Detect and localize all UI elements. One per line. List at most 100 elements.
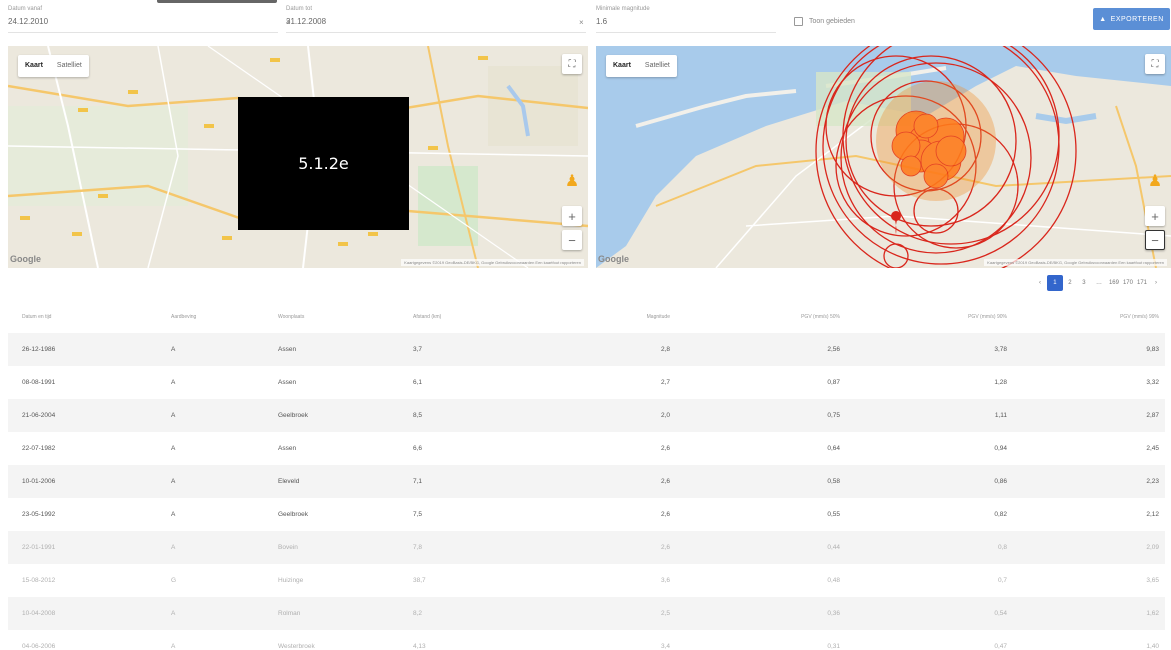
cell-place: Geelbroek xyxy=(278,511,308,518)
end-date-field[interactable]: Datum tot 31.12.2008 xyxy=(286,6,586,26)
cell-quake: A xyxy=(171,346,176,353)
pagination-next-icon[interactable]: › xyxy=(1149,275,1163,291)
cell-quake: G xyxy=(171,577,177,584)
cell-pgv-50: 0,36 xyxy=(827,610,840,617)
magnitude-value[interactable]: 1.6 xyxy=(596,17,776,26)
map-left-fullscreen-icon[interactable]: ⛶ xyxy=(562,54,582,74)
table-row[interactable]: 04-06-2006 A Westerbroek 4,13 3,4 0,31 0… xyxy=(8,630,1165,650)
cell-date: 15-08-2012 xyxy=(22,577,56,584)
table-row[interactable]: 08-08-1991 A Assen 6,1 2,7 0,87 1,28 3,3… xyxy=(8,366,1165,399)
cell-date: 22-01-1991 xyxy=(22,544,56,551)
pagination-page-3[interactable]: 3 xyxy=(1077,275,1091,291)
table-row[interactable]: 22-07-1982 A Assen 6,6 2,6 0,64 0,94 2,4… xyxy=(8,432,1165,465)
cell-pgv-90: 0,82 xyxy=(994,511,1007,518)
column-header[interactable]: PGV (mm/s) 99% xyxy=(1120,301,1159,333)
column-header[interactable]: Woonplaats xyxy=(278,301,304,333)
map-right-attribution[interactable]: Kaartgegevens ©2019 GeoBasis-DE/BKG, Goo… xyxy=(984,259,1167,266)
cell-quake: A xyxy=(171,379,176,386)
end-date-clear-icon[interactable]: × xyxy=(286,18,291,27)
export-button[interactable]: ▲ EXPORTEREN xyxy=(1093,8,1170,30)
cell-date: 08-08-1991 xyxy=(22,379,56,386)
cell-date: 22-07-1982 xyxy=(22,445,56,452)
column-header[interactable]: Aardbeving xyxy=(171,301,196,333)
cell-distance: 8,5 xyxy=(413,412,423,419)
table-header-row: Datum en tijd Aardbeving Woonplaats Afst… xyxy=(8,301,1165,333)
map-right-zoom-in-button[interactable]: + xyxy=(1145,206,1165,226)
end-date-value[interactable]: 31.12.2008 xyxy=(286,17,586,26)
map-right-zoom-out-button[interactable]: − xyxy=(1145,230,1165,250)
cell-pgv-90: 0,47 xyxy=(994,643,1007,650)
upload-icon: ▲ xyxy=(1099,15,1107,23)
cell-pgv-99: 9,83 xyxy=(1146,346,1159,353)
cell-pgv-99: 2,12 xyxy=(1146,511,1159,518)
show-areas-checkbox[interactable] xyxy=(794,17,803,26)
cell-pgv-90: 1,11 xyxy=(994,412,1007,419)
show-areas-label: Toon gebieden xyxy=(809,18,855,25)
cell-date: 10-01-2006 xyxy=(22,478,56,485)
start-date-value[interactable]: 24.12.2010 xyxy=(8,17,278,26)
cell-date: 26-12-1986 xyxy=(22,346,56,353)
table-row[interactable]: 21-06-2004 A Geelbroek 8,5 2,0 0,75 1,11… xyxy=(8,399,1165,432)
column-header[interactable]: Magnitude xyxy=(647,301,670,333)
cell-magnitude: 2,6 xyxy=(660,511,670,518)
cell-quake: A xyxy=(171,478,176,485)
cell-quake: A xyxy=(171,445,176,452)
table-row[interactable]: 22-01-1991 A Bovein 7,8 2,6 0,44 0,8 2,0… xyxy=(8,531,1165,564)
map-right-pegman-icon[interactable]: ♟ xyxy=(1148,170,1162,192)
cell-pgv-50: 0,75 xyxy=(827,412,840,419)
map-right[interactable]: Kaart Satelliet ⛶ ♟ + − Google Kaartgege… xyxy=(596,46,1171,268)
cell-magnitude: 2,7 xyxy=(660,379,670,386)
cell-magnitude: 2,0 xyxy=(660,412,670,419)
map-left-type-map[interactable]: Kaart xyxy=(18,55,50,77)
table-row[interactable]: 10-01-2006 A Eleveld 7,1 2,6 0,58 0,86 2… xyxy=(8,465,1165,498)
cell-distance: 7,1 xyxy=(413,478,423,485)
cell-place: Assen xyxy=(278,445,297,452)
column-header[interactable]: Datum en tijd xyxy=(22,301,51,333)
magnitude-clear-icon[interactable]: × xyxy=(579,18,584,27)
pagination-page-1[interactable]: 1 xyxy=(1046,275,1063,291)
cell-place: Rolman xyxy=(278,610,301,617)
cell-place: Assen xyxy=(278,346,297,353)
table-row[interactable]: 23-05-1992 A Geelbroek 7,5 2,6 0,55 0,82… xyxy=(8,498,1165,531)
cell-pgv-50: 0,44 xyxy=(827,544,840,551)
table-row[interactable]: 15-08-2012 G Huizinge 38,7 3,6 0,48 0,7 … xyxy=(8,564,1165,597)
pagination-page-169[interactable]: 169 xyxy=(1107,275,1121,291)
show-areas-toggle[interactable]: Toon gebieden xyxy=(794,17,855,26)
cell-magnitude: 2,5 xyxy=(660,610,670,617)
column-header[interactable]: Afstand (km) xyxy=(413,301,441,333)
map-left-zoom-out-button[interactable]: − xyxy=(562,230,582,250)
cell-place: Westerbroek xyxy=(278,643,315,650)
map-left-type-toggle[interactable]: Kaart Satelliet xyxy=(18,55,89,77)
map-left-type-satellite[interactable]: Satelliet xyxy=(50,55,89,77)
pagination: ‹ 1 2 3 … 169 170 171 › xyxy=(1033,275,1163,291)
cell-pgv-50: 0,58 xyxy=(827,478,840,485)
pagination-page-171[interactable]: 171 xyxy=(1135,275,1149,291)
table-row[interactable]: 26-12-1986 A Assen 3,7 2,8 2,56 3,78 9,8… xyxy=(8,333,1165,366)
map-right-type-satellite[interactable]: Satelliet xyxy=(638,55,677,77)
magnitude-underline xyxy=(596,32,776,33)
table-row[interactable]: 10-04-2008 A Rolman 8,2 2,5 0,36 0,54 1,… xyxy=(8,597,1165,630)
column-header[interactable]: PGV (mm/s) 50% xyxy=(801,301,840,333)
cell-pgv-50: 0,64 xyxy=(827,445,840,452)
map-left-google-logo: Google xyxy=(10,254,41,264)
map-right-type-map[interactable]: Kaart xyxy=(606,55,638,77)
map-right-google-logo: Google xyxy=(598,254,629,264)
column-header[interactable]: PGV (mm/s) 90% xyxy=(968,301,1007,333)
pagination-page-2[interactable]: 2 xyxy=(1063,275,1077,291)
start-date-field[interactable]: Datum vanaf 24.12.2010 xyxy=(8,6,278,26)
map-left-pegman-icon[interactable]: ♟ xyxy=(565,170,579,192)
cell-pgv-90: 0,7 xyxy=(997,577,1007,584)
map-right-fullscreen-icon[interactable]: ⛶ xyxy=(1145,54,1165,74)
start-date-label: Datum vanaf xyxy=(8,6,43,12)
cell-distance: 3,7 xyxy=(413,346,423,353)
cell-magnitude: 2,6 xyxy=(660,478,670,485)
magnitude-label: Minimale magnitude xyxy=(596,6,650,12)
pagination-prev-icon[interactable]: ‹ xyxy=(1033,275,1047,291)
cell-place: Assen xyxy=(278,379,297,386)
map-left-zoom-in-button[interactable]: + xyxy=(562,206,582,226)
pagination-page-170[interactable]: 170 xyxy=(1121,275,1135,291)
magnitude-field[interactable]: Minimale magnitude 1.6 xyxy=(596,6,776,26)
map-right-type-toggle[interactable]: Kaart Satelliet xyxy=(606,55,677,77)
cell-magnitude: 3,4 xyxy=(660,643,670,650)
map-left-attribution[interactable]: Kaartgegevens ©2019 GeoBasis-DE/BKG, Goo… xyxy=(401,259,584,266)
